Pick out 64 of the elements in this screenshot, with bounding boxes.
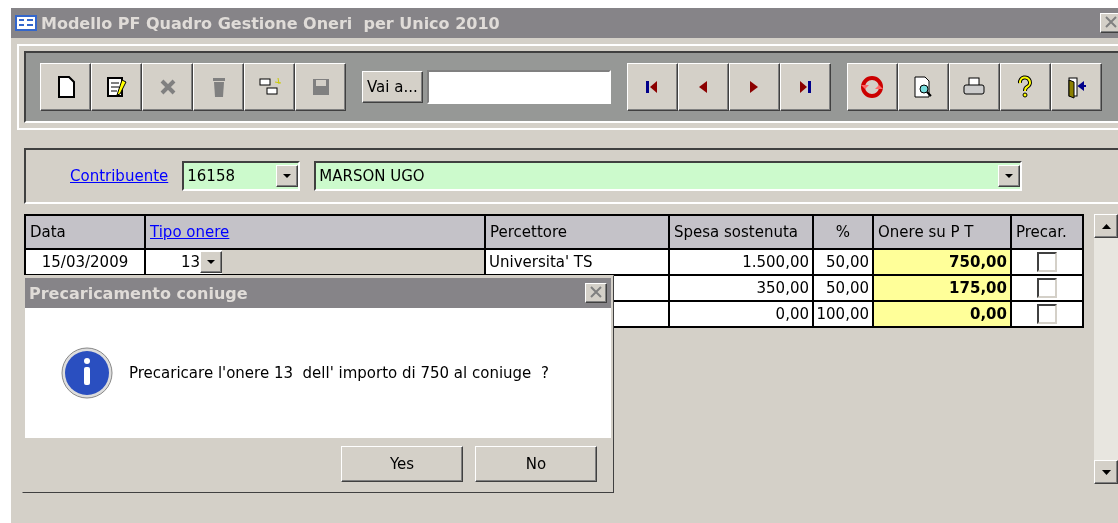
info-icon [61, 347, 113, 399]
column-header: Precar. [1012, 216, 1084, 250]
navigation-button[interactable] [728, 63, 780, 111]
name-combo[interactable]: MARSON UGO [314, 161, 1023, 191]
dialog-button[interactable]: Yes [341, 446, 463, 482]
table-cell: 100,00 [814, 302, 874, 328]
navigation-button[interactable] [626, 63, 678, 111]
dropdown-button[interactable] [998, 165, 1021, 187]
toolbar-button[interactable] [897, 63, 949, 111]
column-header: Data [26, 216, 146, 250]
table-cell: 0,00 [874, 302, 1012, 328]
tipo-combo[interactable]: 13 [146, 250, 222, 274]
column-header: Onere su P T [874, 216, 1012, 250]
table-cell: 0,00 [670, 302, 814, 328]
goto-button[interactable]: Vai a... [362, 71, 423, 103]
checkbox[interactable] [1037, 278, 1057, 298]
code-combo[interactable]: 16158 [182, 161, 301, 191]
caret-icon [283, 173, 292, 179]
table-cell: 750,00 [874, 250, 1012, 276]
table-cell: 50,00 [814, 250, 874, 276]
table-cell: 50,00 [814, 276, 874, 302]
checkbox[interactable] [1037, 304, 1057, 324]
dropdown-button[interactable] [200, 251, 222, 273]
toolbar-button[interactable] [846, 63, 898, 111]
column-header-link[interactable]: Tipo onere [150, 223, 230, 241]
toolbar-button[interactable] [40, 63, 91, 111]
toolbar-button[interactable] [999, 63, 1051, 111]
caret-icon [1005, 173, 1014, 179]
caret-icon [207, 259, 215, 265]
form-icon [15, 15, 37, 31]
table-cell: 350,00 [670, 276, 814, 302]
goto-field[interactable] [426, 70, 611, 104]
close-button[interactable] [585, 283, 607, 303]
window-title: Modello PF Quadro Gestione Oneri per Unico 2010 [41, 13, 501, 33]
dialog-title: Precaricamento coniuge [29, 283, 248, 303]
close-icon [1105, 15, 1117, 28]
scrollbar[interactable] [1094, 214, 1118, 484]
toolbar-button[interactable] [1050, 63, 1102, 111]
navigation-button[interactable] [779, 63, 831, 111]
column-header: Percettore [486, 216, 670, 250]
table-cell: Universita' TS [486, 250, 670, 276]
table-cell: 15/03/2009 [26, 250, 146, 276]
refresh-icon [859, 74, 886, 100]
dialog-button[interactable]: No [475, 446, 597, 482]
navigation-button[interactable] [677, 63, 729, 111]
toolbar-button[interactable] [91, 63, 142, 111]
contribuente-link[interactable]: Contribuente [70, 167, 169, 185]
checkbox[interactable] [1037, 252, 1057, 272]
toolbar-button[interactable] [244, 63, 295, 111]
close-icon [590, 285, 602, 298]
up-arrow-icon [1101, 223, 1111, 229]
column-header: Spesa sostenuta [670, 216, 814, 250]
toolbar-button[interactable] [948, 63, 1000, 111]
dialog-message: Precaricare l'onere 13 dell' importo di 750 al coniuge ? [129, 364, 549, 382]
table-cell: 1.500,00 [670, 250, 814, 276]
next-record-icon [750, 81, 759, 93]
close-button[interactable] [1100, 13, 1118, 33]
scroll-down-button[interactable] [1094, 460, 1118, 484]
dropdown-button[interactable] [276, 165, 299, 187]
table-cell: 175,00 [874, 276, 1012, 302]
scroll-up-button[interactable] [1094, 214, 1118, 238]
previous-record-icon [699, 81, 708, 93]
column-header: % [814, 216, 874, 250]
down-arrow-icon [1101, 469, 1111, 475]
